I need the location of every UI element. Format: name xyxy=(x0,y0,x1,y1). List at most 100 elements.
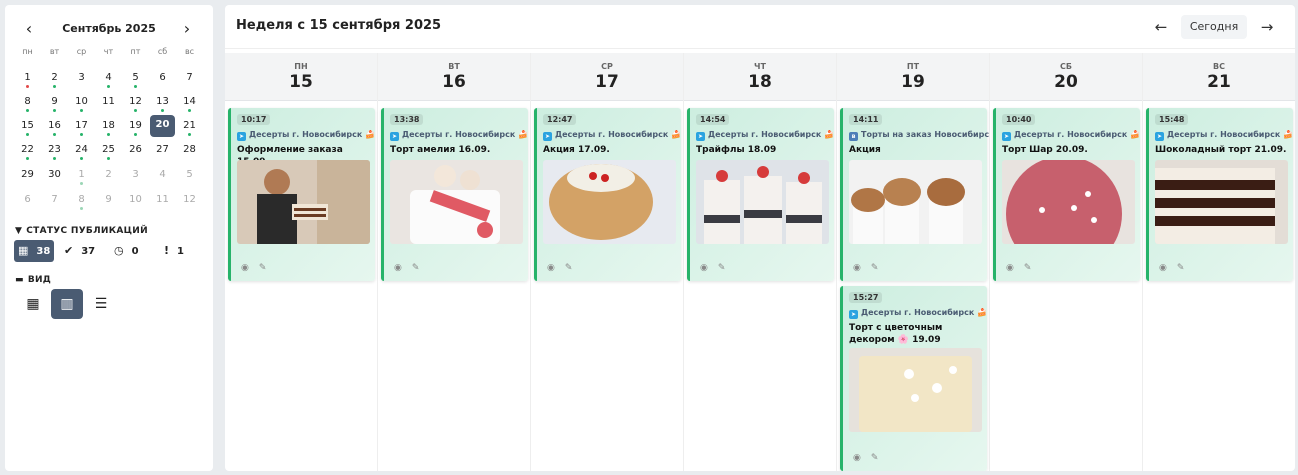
event-dot xyxy=(26,85,29,88)
calendar-day[interactable]: 9 xyxy=(41,95,68,117)
post-card[interactable]: 14:54 ➤ Десерты г. Новосибирск 🍰 Трайфлы 18… xyxy=(687,108,834,281)
day-number: 1 xyxy=(78,169,85,180)
post-card[interactable]: 10:17 ➤ Десерты г. Новосибирск 🍰 Оформление… xyxy=(228,108,375,281)
calendar-day[interactable]: 1 xyxy=(68,168,95,190)
pencil-icon[interactable]: ✎ xyxy=(259,263,267,273)
event-dot xyxy=(107,85,110,88)
calendar-day[interactable]: 12 xyxy=(122,95,149,117)
event-dot xyxy=(53,133,56,136)
calendar-day[interactable]: 5 xyxy=(176,168,203,190)
calendar-day[interactable]: 19 xyxy=(122,119,149,141)
post-actions: ◉ ✎ xyxy=(547,263,582,273)
eye-icon[interactable]: ◉ xyxy=(1159,263,1167,273)
post-title: Трайфлы 18.09 xyxy=(696,145,777,155)
calendar-day[interactable]: 22 xyxy=(14,143,41,165)
weekday-label: вс xyxy=(184,47,195,56)
calendar-day[interactable]: 12 xyxy=(176,193,203,215)
post-source: ➤ Десерты г. Новосибирск 🍰 xyxy=(1002,130,1142,141)
next-week-button[interactable]: → xyxy=(1251,15,1283,39)
calendar-day[interactable]: 24 xyxy=(68,143,95,165)
calendar-day[interactable]: 10 xyxy=(122,193,149,215)
calendar-day[interactable]: 9 xyxy=(95,193,122,215)
calendar-day[interactable]: 1 xyxy=(14,71,41,93)
post-card[interactable]: 14:11 в Торты на заказ Новосибирск Акция ◉ ✎ xyxy=(840,108,989,281)
calendar-day[interactable]: 14 xyxy=(176,95,203,117)
calendar-day[interactable]: 25 xyxy=(95,143,122,165)
post-card[interactable]: 10:40 ➤ Десерты г. Новосибирск 🍰 Торт Шар 2… xyxy=(993,108,1140,281)
post-card[interactable]: 15:27 ➤ Десерты г. Новосибирск 🍰 Торт с цве… xyxy=(840,286,987,471)
calendar-day[interactable]: 20 xyxy=(150,115,175,137)
calendar-day[interactable]: 4 xyxy=(149,168,176,190)
view-button-0[interactable]: ▦ xyxy=(17,289,49,319)
eye-icon[interactable]: ◉ xyxy=(1006,263,1014,273)
calendar-day[interactable]: 13 xyxy=(149,95,176,117)
post-title: Торт Шар 20.09. xyxy=(1002,145,1088,155)
status-filter-0[interactable]: ▦ 38 xyxy=(14,240,55,262)
post-actions: ◉ ✎ xyxy=(1159,263,1194,273)
calendar-day[interactable]: 10 xyxy=(68,95,95,117)
calendar-day[interactable]: 17 xyxy=(68,119,95,141)
post-card[interactable]: 12:47 ➤ Десерты г. Новосибирск 🍰 Акция 17.0… xyxy=(534,108,681,281)
eye-icon[interactable]: ◉ xyxy=(547,263,555,273)
calendar-day[interactable]: 27 xyxy=(149,143,176,165)
post-source-name: Торты на заказ Новосибирск xyxy=(861,130,989,139)
status-section-title: ▼ СТАТУС ПУБЛИКАЦИЙ xyxy=(15,226,148,236)
status-filter-1[interactable]: ✔ 37 xyxy=(64,240,95,262)
calendar-day[interactable]: 15 xyxy=(14,119,41,141)
calendar-day[interactable]: 11 xyxy=(95,95,122,117)
eye-icon[interactable]: ◉ xyxy=(394,263,402,273)
calendar-day[interactable]: 29 xyxy=(14,168,41,190)
calendar-day[interactable]: 26 xyxy=(122,143,149,165)
calendar-day[interactable]: 11 xyxy=(149,193,176,215)
pencil-icon[interactable]: ✎ xyxy=(1024,263,1032,273)
telegram-icon: ➤ xyxy=(1155,132,1164,141)
pencil-icon[interactable]: ✎ xyxy=(565,263,573,273)
pencil-icon[interactable]: ✎ xyxy=(871,263,879,273)
post-card[interactable]: 13:38 ➤ Десерты г. Новосибирск 🍰 Торт амели… xyxy=(381,108,528,281)
calendar-day[interactable]: 6 xyxy=(14,193,41,215)
eye-icon[interactable]: ◉ xyxy=(241,263,249,273)
calendar-day[interactable]: 5 xyxy=(122,71,149,93)
calendar-day[interactable]: 3 xyxy=(68,71,95,93)
calendar-day[interactable]: 2 xyxy=(95,168,122,190)
post-source-name: Десерты г. Новосибирск 🍰 xyxy=(555,130,682,139)
calendar-day[interactable]: 8 xyxy=(14,95,41,117)
view-button-1[interactable]: ▥ xyxy=(51,289,83,319)
eye-icon[interactable]: ◉ xyxy=(700,263,708,273)
pencil-icon[interactable]: ✎ xyxy=(718,263,726,273)
event-dot xyxy=(53,109,56,112)
calendar-day[interactable]: 7 xyxy=(176,71,203,93)
week-view: Неделя с 15 сентября 2025 ← Сегодня → ПН… xyxy=(225,5,1295,471)
day-number: 9 xyxy=(51,96,58,107)
status-filter-row: ▦ 38 ✔ 37 ◷ 0 ! 1 xyxy=(14,240,209,262)
prev-month-button[interactable]: ‹ xyxy=(19,19,39,39)
calendar-day[interactable]: 2 xyxy=(41,71,68,93)
calendar-day[interactable]: 4 xyxy=(95,71,122,93)
calendar-day[interactable]: 3 xyxy=(122,168,149,190)
post-card[interactable]: 15:48 ➤ Десерты г. Новосибирск 🍰 Шоколадный… xyxy=(1146,108,1293,281)
pencil-icon[interactable]: ✎ xyxy=(1177,263,1185,273)
event-dot xyxy=(188,133,191,136)
calendar-day[interactable]: 21 xyxy=(176,119,203,141)
today-button[interactable]: Сегодня xyxy=(1181,15,1247,39)
pencil-icon[interactable]: ✎ xyxy=(412,263,420,273)
calendar-day[interactable]: 23 xyxy=(41,143,68,165)
status-filter-3[interactable]: ! 1 xyxy=(164,240,184,262)
view-button-2[interactable]: ☰ xyxy=(85,289,117,319)
day-number: 28 xyxy=(183,144,196,155)
calendar-day[interactable]: 6 xyxy=(149,71,176,93)
next-month-button[interactable]: › xyxy=(177,19,197,39)
pencil-icon[interactable]: ✎ xyxy=(871,453,879,463)
calendar-day[interactable]: 30 xyxy=(41,168,68,190)
calendar-day[interactable]: 7 xyxy=(41,193,68,215)
calendar-day[interactable]: 16 xyxy=(41,119,68,141)
calendar-day[interactable]: 18 xyxy=(95,119,122,141)
view-icon: ▬ xyxy=(15,275,24,285)
calendar-day[interactable]: 28 xyxy=(176,143,203,165)
calendar-month-label: Сентябрь 2025 xyxy=(62,22,156,35)
calendar-day[interactable]: 8 xyxy=(68,193,95,215)
status-filter-2[interactable]: ◷ 0 xyxy=(114,240,139,262)
eye-icon[interactable]: ◉ xyxy=(853,263,861,273)
eye-icon[interactable]: ◉ xyxy=(853,453,861,463)
prev-week-button[interactable]: ← xyxy=(1145,15,1177,39)
